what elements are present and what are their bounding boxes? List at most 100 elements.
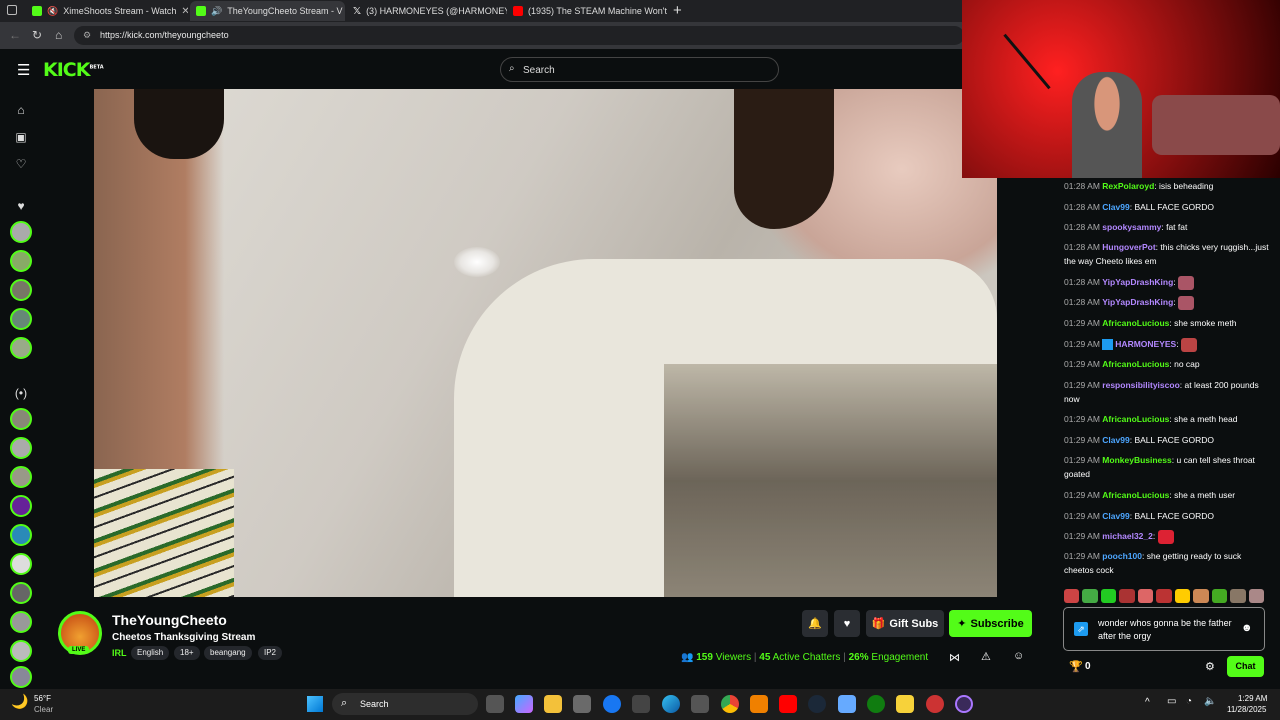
- store-icon[interactable]: [573, 695, 591, 713]
- facebook-icon[interactable]: [603, 695, 621, 713]
- channel-name[interactable]: TheYoungCheeto: [112, 612, 227, 628]
- chrome-icon[interactable]: [721, 695, 739, 713]
- chat-username[interactable]: HungoverPot: [1102, 242, 1155, 252]
- report-icon[interactable]: ⚠: [981, 650, 991, 663]
- recommended-channel-avatar[interactable]: [10, 524, 32, 546]
- chat-username[interactable]: YipYapDrashKing: [1102, 297, 1173, 307]
- emote-icon[interactable]: [1193, 589, 1209, 603]
- browser-tab-2[interactable]: 𝕏 (3) HARMONEYES (@HARMONEY ✕: [347, 1, 507, 21]
- recommended-channel-avatar[interactable]: [10, 666, 32, 688]
- chat-settings-icon[interactable]: ⚙: [1205, 660, 1215, 673]
- chat-username[interactable]: Clav99: [1102, 202, 1129, 212]
- home-icon[interactable]: ⌂: [12, 101, 30, 119]
- gift-subs-button[interactable]: 🎁 Gift Subs: [866, 610, 944, 637]
- copilot-icon[interactable]: [515, 695, 533, 713]
- recommended-channel-avatar[interactable]: [10, 611, 32, 633]
- close-icon[interactable]: ✕: [181, 6, 188, 17]
- menu-icon[interactable]: ☰: [17, 61, 30, 79]
- user-options-icon[interactable]: ☺: [1013, 650, 1024, 662]
- emote-icon[interactable]: [1174, 589, 1191, 603]
- chat-input[interactable]: ⇗ wonder whos gonna be the father after …: [1063, 607, 1265, 651]
- favorites-icon[interactable]: ♥: [12, 197, 30, 215]
- clock-time[interactable]: 1:29 AM: [1238, 694, 1267, 703]
- notification-button[interactable]: 🔔: [802, 610, 828, 637]
- vlc-icon[interactable]: [750, 695, 768, 713]
- tag-pill[interactable]: English: [131, 646, 170, 660]
- mute-icon[interactable]: 🔇: [47, 6, 58, 17]
- chat-username[interactable]: spookysammy: [1102, 222, 1161, 232]
- emote-icon[interactable]: [1137, 589, 1154, 603]
- search-input[interactable]: ⌕ Search: [500, 57, 779, 82]
- chat-username[interactable]: AfricanoLucious: [1102, 490, 1169, 500]
- taskbar-search[interactable]: ⌕ Search: [332, 693, 478, 715]
- browser-tab-3[interactable]: (1935) The STEAM Machine Won't ✕: [507, 1, 667, 21]
- network-icon[interactable]: ▭: [1167, 696, 1176, 707]
- obs-icon[interactable]: [955, 695, 973, 713]
- new-tab-icon[interactable]: +: [673, 2, 682, 19]
- recommended-channel-avatar[interactable]: [10, 408, 32, 430]
- home-icon[interactable]: ⌂: [55, 28, 62, 42]
- recommended-channel-avatar[interactable]: [10, 640, 32, 662]
- share-icon[interactable]: ⋈: [949, 651, 960, 664]
- recommended-channel-avatar[interactable]: [10, 437, 32, 459]
- recommended-channel-avatar[interactable]: [10, 466, 32, 488]
- tag-pill[interactable]: beangang: [204, 646, 252, 660]
- site-info-icon[interactable]: ⚙: [83, 30, 91, 41]
- app-icon[interactable]: [838, 695, 856, 713]
- volume-icon[interactable]: 🔈: [1204, 696, 1216, 707]
- chat-username[interactable]: Clav99: [1102, 511, 1129, 521]
- xbox-icon[interactable]: [867, 695, 885, 713]
- follow-button[interactable]: ♥: [834, 610, 860, 637]
- emote-icon[interactable]: [1064, 589, 1080, 603]
- tray-chevron-icon[interactable]: ^: [1145, 697, 1150, 708]
- amazon-icon[interactable]: [632, 695, 650, 713]
- chat-username[interactable]: Clav99: [1102, 435, 1129, 445]
- wifi-icon[interactable]: ◔: [1186, 696, 1192, 707]
- followed-channel-avatar[interactable]: [10, 337, 32, 359]
- emote-icon[interactable]: [1211, 589, 1228, 603]
- category-link[interactable]: IRL: [112, 648, 127, 658]
- tag-pill[interactable]: IP2: [258, 646, 283, 660]
- weather-icon[interactable]: 🌙: [11, 693, 28, 710]
- followed-channel-avatar[interactable]: [10, 250, 32, 272]
- chat-username[interactable]: YipYapDrashKing: [1102, 277, 1173, 287]
- followed-channel-avatar[interactable]: [10, 279, 32, 301]
- url-field[interactable]: ⚙ https://kick.com/theyoungcheeto: [74, 26, 964, 45]
- reload-icon[interactable]: ↻: [32, 28, 42, 42]
- chat-send-button[interactable]: Chat: [1227, 656, 1264, 677]
- edge-icon[interactable]: [662, 695, 680, 713]
- task-view-icon[interactable]: [486, 695, 504, 713]
- subscribe-button[interactable]: ✦ Subscribe: [949, 610, 1032, 637]
- start-icon[interactable]: [307, 696, 323, 712]
- chat-username[interactable]: responsibilityiscoo: [1102, 380, 1179, 390]
- chat-username[interactable]: AfricanoLucious: [1102, 414, 1169, 424]
- following-icon[interactable]: ♡: [12, 155, 30, 173]
- emote-icon[interactable]: [1156, 589, 1172, 603]
- chat-username[interactable]: AfricanoLucious: [1102, 318, 1169, 328]
- followed-channel-avatar[interactable]: [10, 308, 32, 330]
- chat-username[interactable]: MonkeyBusiness: [1102, 455, 1171, 465]
- recommended-channel-avatar[interactable]: [10, 582, 32, 604]
- chat-username[interactable]: pooch100: [1102, 551, 1142, 561]
- chat-username[interactable]: michael32_2: [1102, 531, 1153, 541]
- emote-icon[interactable]: [1248, 589, 1264, 603]
- tag-pill[interactable]: 18+: [174, 646, 200, 660]
- emote-icon[interactable]: [1119, 589, 1135, 603]
- browser-tab-1[interactable]: 🔊 TheYoungCheeto Stream - V ✕: [190, 1, 345, 21]
- browser-tab-0[interactable]: 🔇 XimeShoots Stream - Watch ✕: [26, 1, 188, 21]
- speaker-icon[interactable]: 🔊: [211, 6, 222, 17]
- emote-icon[interactable]: [1230, 589, 1246, 603]
- recommended-channel-avatar[interactable]: [10, 553, 32, 575]
- emoji-picker-icon[interactable]: ☻: [1241, 622, 1253, 634]
- youtube-icon[interactable]: [779, 695, 797, 713]
- file-explorer-icon[interactable]: [544, 695, 562, 713]
- browse-icon[interactable]: ▣: [12, 128, 30, 146]
- chat-username[interactable]: RexPolaroyd: [1102, 181, 1154, 191]
- chat-username[interactable]: HARMONEYES: [1115, 339, 1176, 349]
- followed-channel-avatar[interactable]: [10, 221, 32, 243]
- chat-username[interactable]: AfricanoLucious: [1102, 359, 1169, 369]
- emote-icon[interactable]: [1100, 589, 1117, 603]
- back-icon[interactable]: ←: [9, 28, 21, 42]
- app-icon[interactable]: [926, 695, 944, 713]
- live-broadcast-icon[interactable]: (•): [12, 384, 30, 402]
